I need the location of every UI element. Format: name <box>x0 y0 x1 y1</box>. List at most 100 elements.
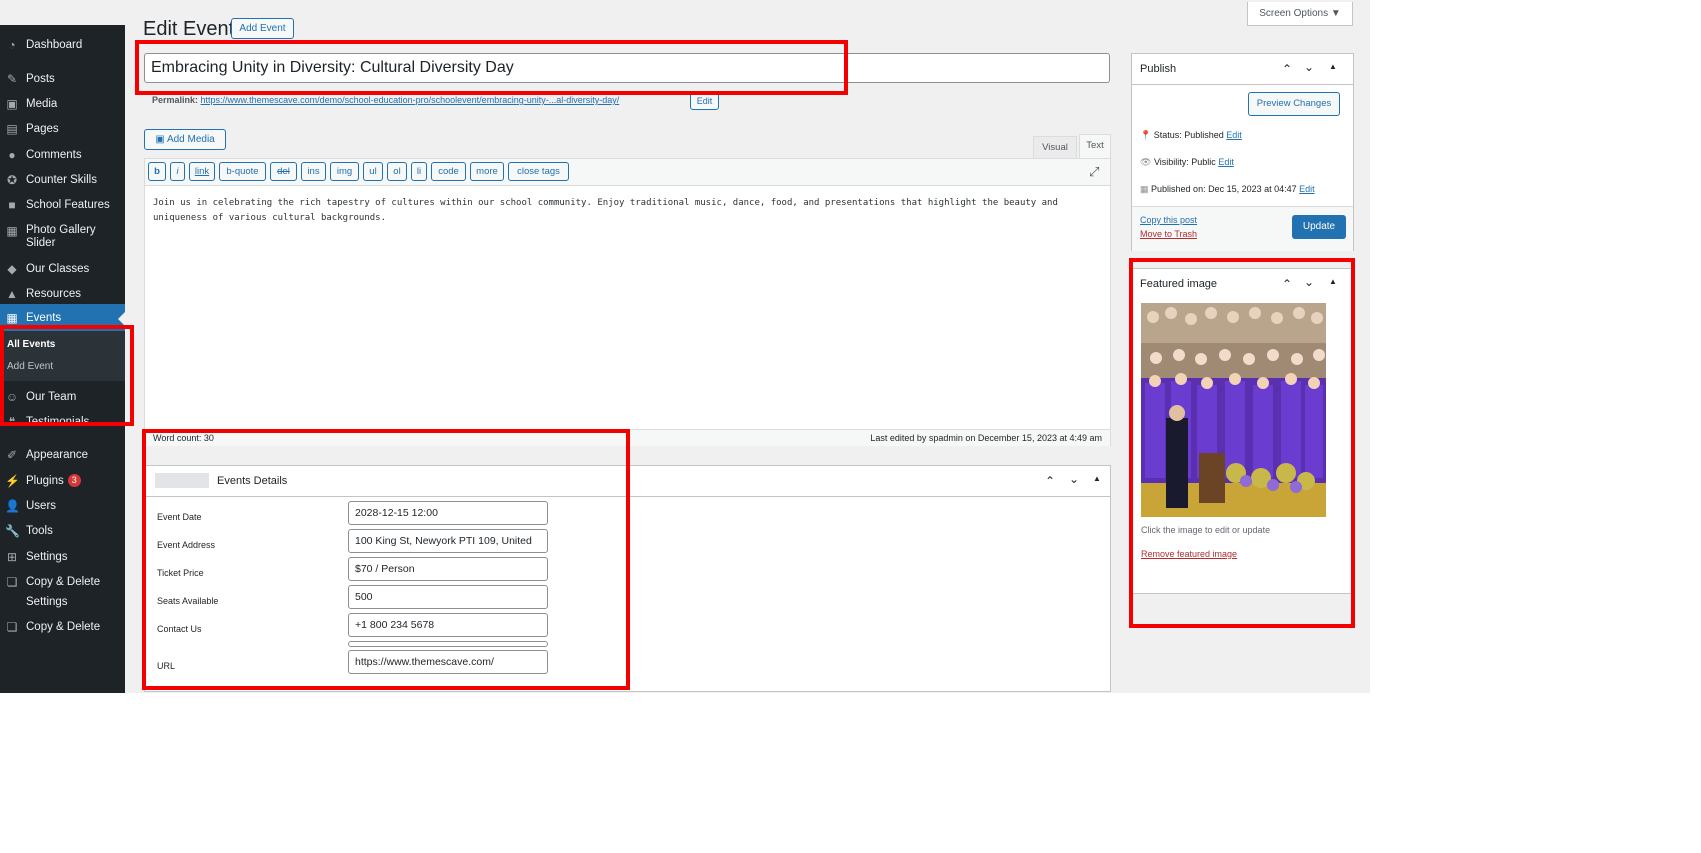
sidebar-item-counter-skills[interactable]: ✪ Counter Skills <box>0 173 125 189</box>
media-icon: ▣ <box>155 134 165 145</box>
qt-link[interactable]: link <box>189 162 215 181</box>
qt-ins[interactable]: ins <box>301 162 326 181</box>
move-to-trash-link[interactable]: Move to Trash <box>1140 229 1197 239</box>
chevron-up-icon[interactable]: ⌃ <box>1282 62 1292 76</box>
events-details-box: Events Details ⌃ ⌄ ▲ Event Date 2028-12-… <box>144 465 1111 692</box>
sidebar-item-our-classes[interactable]: ◆ Our Classes <box>0 262 125 278</box>
featured-image-title: Featured image <box>1140 278 1218 290</box>
sidebar-item-settings-2[interactable]: Settings <box>0 595 125 611</box>
edit-date-link[interactable]: Edit <box>1299 184 1315 194</box>
contact-us-label: Contact Us <box>157 624 202 634</box>
eye-icon: 👁 <box>1140 157 1152 167</box>
update-count-badge: 3 <box>67 474 81 487</box>
sidebar-item-pages[interactable]: ▤ Pages <box>0 122 125 138</box>
sidebar-item-dashboard[interactable]: ◔ Dashboard <box>0 38 125 54</box>
sidebar-item-our-team[interactable]: ☺ Our Team <box>0 390 125 406</box>
sidebar-item-copy-delete-2[interactable]: ❏ Copy & Delete <box>0 620 125 636</box>
contact-us-input[interactable]: +1 800 234 5678 <box>348 613 548 637</box>
toggle-arrow-icon[interactable]: ▲ <box>1329 62 1337 71</box>
qt-code[interactable]: code <box>431 162 466 181</box>
dashboard-icon: ◔ <box>8 38 16 52</box>
event-address-input[interactable]: 100 King St, Newyork PTI 109, United <box>348 529 548 553</box>
editor-content[interactable]: Join us in celebrating the rich tapestry… <box>153 196 1103 226</box>
toggle-arrow-icon[interactable]: ▲ <box>1093 474 1101 483</box>
qt-italic[interactable]: i <box>170 162 185 181</box>
ticket-price-label: Ticket Price <box>157 568 204 578</box>
seats-available-input[interactable]: 500 <box>348 585 548 609</box>
add-event-button[interactable]: Add Event <box>231 18 294 39</box>
blurred-icon <box>155 473 209 488</box>
tab-visual[interactable]: Visual <box>1033 136 1077 158</box>
sidebar-item-testimonials[interactable]: ❝ Testimonials <box>0 415 125 431</box>
edit-visibility-link[interactable]: Edit <box>1218 157 1234 167</box>
publish-actions: Copy this post Move to Trash Update <box>1132 206 1353 251</box>
sidebar-item-photo-gallery-slider[interactable]: ▦ Photo Gallery Slider <box>0 224 125 252</box>
screen-options-button[interactable]: Screen Options ▼ <box>1247 2 1353 26</box>
preview-changes-button[interactable]: Preview Changes <box>1248 92 1340 116</box>
sidebar-item-school-features[interactable]: ■ School Features <box>0 198 125 214</box>
submenu-all-events[interactable]: All Events <box>7 339 55 350</box>
featured-image-hint: Click the image to edit or update <box>1141 525 1271 535</box>
qt-close-tags[interactable]: close tags <box>508 162 569 181</box>
caret-down-icon: ▼ <box>1330 8 1341 19</box>
ticket-price-input[interactable]: $70 / Person <box>348 557 548 581</box>
qt-blockquote[interactable]: b-quote <box>219 162 266 181</box>
qt-more[interactable]: more <box>470 162 504 181</box>
word-count: Word count: 30 <box>153 433 214 443</box>
featured-image-thumbnail[interactable] <box>1141 303 1326 517</box>
pin-icon: ✎ <box>6 72 18 86</box>
pages-icon: ▤ <box>6 122 18 136</box>
seats-available-label: Seats Available <box>157 596 219 606</box>
qt-ol[interactable]: ol <box>387 162 407 181</box>
sidebar-item-plugins[interactable]: ⚡ Plugins 3 <box>0 474 125 490</box>
qt-ul[interactable]: ul <box>363 162 383 181</box>
media-icon: ▣ <box>6 97 18 111</box>
chevron-down-icon[interactable]: ⌄ <box>1069 472 1079 486</box>
add-media-button[interactable]: ▣ Add Media <box>144 129 226 150</box>
sidebar-item-comments[interactable]: ● Comments <box>0 148 125 164</box>
sidebar-item-resources[interactable]: ▲ Resources <box>0 287 125 303</box>
publish-visibility: 👁 Visibility: Public Edit <box>1140 157 1234 167</box>
sidebar-item-appearance[interactable]: ✐ Appearance <box>0 448 125 464</box>
sidebar-item-users[interactable]: 👤 Users <box>0 499 125 515</box>
qt-bold[interactable]: b <box>148 162 166 181</box>
edit-status-link[interactable]: Edit <box>1226 130 1242 140</box>
settings-icon: ⊞ <box>6 550 18 564</box>
features-icon: ■ <box>8 198 16 212</box>
plugins-icon: ⚡ <box>5 474 20 488</box>
qt-del[interactable]: del <box>270 162 297 181</box>
publish-title: Publish <box>1140 63 1177 75</box>
chevron-up-icon[interactable]: ⌃ <box>1045 474 1055 488</box>
sidebar-item-events[interactable]: ▦ Events <box>0 304 125 331</box>
tab-text[interactable]: Text <box>1079 134 1111 159</box>
chevron-up-icon[interactable]: ⌃ <box>1282 277 1292 291</box>
featured-image-box: Featured image ⌃ ⌄ ▲ Click the image to … <box>1131 268 1354 594</box>
qt-li[interactable]: li <box>411 162 427 181</box>
sidebar-item-posts[interactable]: ✎ Posts <box>0 72 125 88</box>
publish-box: Publish ⌃ ⌄ ▲ Preview Changes 📍 Status: … <box>1131 53 1354 251</box>
publish-status: 📍 Status: Published Edit <box>1140 130 1242 140</box>
sidebar-item-copy-delete[interactable]: ❏ Copy & Delete <box>0 575 125 591</box>
quote-icon: ❝ <box>8 415 16 429</box>
sidebar-item-tools[interactable]: 🔧 Tools <box>0 524 125 540</box>
toggle-arrow-icon[interactable]: ▲ <box>1329 277 1337 286</box>
update-button[interactable]: Update <box>1292 215 1346 239</box>
events-icon: ▦ <box>6 311 18 325</box>
permalink-link[interactable]: https://www.themescave.com/demo/school-e… <box>201 95 620 105</box>
sidebar-item-media[interactable]: ▣ Media <box>0 97 125 113</box>
permalink: Permalink: https://www.themescave.com/de… <box>152 95 620 105</box>
post-title-input[interactable]: Embracing Unity in Diversity: Cultural D… <box>144 53 1110 83</box>
remove-featured-image-link[interactable]: Remove featured image <box>1141 549 1237 559</box>
event-date-input[interactable]: 2028-12-15 12:00 <box>348 501 548 525</box>
chevron-down-icon[interactable]: ⌄ <box>1304 60 1314 74</box>
submenu-add-event[interactable]: Add Event <box>7 361 53 372</box>
qt-img[interactable]: img <box>330 162 359 181</box>
admin-sidebar: ◔ Dashboard ✎ Posts ▣ Media ▤ Pages ● Co… <box>0 25 125 693</box>
fullscreen-icon[interactable]: ⤢ <box>1089 164 1099 180</box>
permalink-edit-button[interactable]: Edit <box>690 92 719 110</box>
sidebar-item-settings[interactable]: ⊞ Settings <box>0 550 125 566</box>
chevron-down-icon[interactable]: ⌄ <box>1304 275 1314 289</box>
copy-post-link[interactable]: Copy this post <box>1140 215 1197 225</box>
hidden-field-input[interactable] <box>348 641 548 647</box>
url-input[interactable]: https://www.themescave.com/ <box>348 650 548 674</box>
